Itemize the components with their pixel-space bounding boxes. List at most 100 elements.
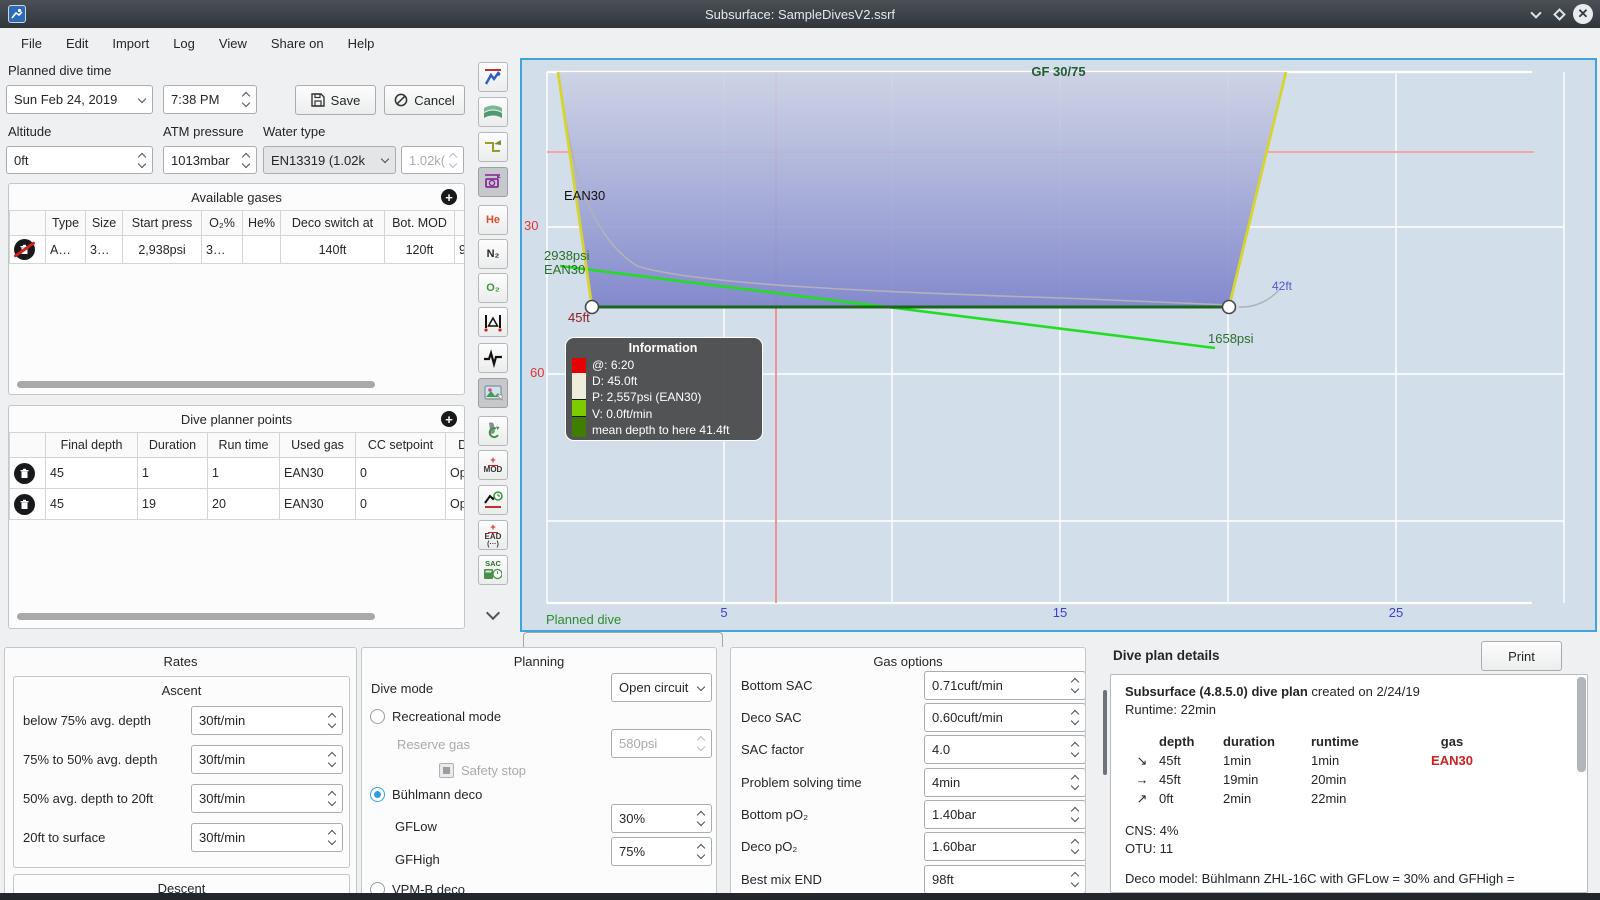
point-final-depth[interactable]: 45 xyxy=(45,488,138,520)
pt-col-run-time[interactable]: Run time xyxy=(207,432,280,458)
pt-col-duration[interactable]: Duration xyxy=(137,432,208,458)
point-run-time[interactable]: 1 xyxy=(207,457,280,489)
bottom-po2-spinner[interactable]: 1.40bar xyxy=(924,800,1085,829)
points-horizontal-scrollbar[interactable] xyxy=(17,613,375,620)
gas-start-press-cell[interactable]: 2,938psi xyxy=(122,235,202,264)
pt-col-final-depth[interactable]: Final depth xyxy=(45,432,138,458)
spinner-arrows[interactable] xyxy=(1067,871,1080,888)
close-icon[interactable]: ✕ xyxy=(1572,4,1594,24)
menu-edit[interactable]: Edit xyxy=(55,32,99,55)
title-bar[interactable]: Subsurface: SampleDivesV2.ssrf ✕ xyxy=(0,0,1600,28)
bottom-sac-spinner[interactable]: 0.71cuft/min xyxy=(924,671,1085,700)
details-vertical-scrollbar[interactable] xyxy=(1577,677,1586,772)
setpoint-graph-icon[interactable] xyxy=(478,167,508,197)
spinner-arrows[interactable] xyxy=(1067,709,1080,726)
buhlmann-deco-radio[interactable] xyxy=(370,787,385,802)
point-used-gas[interactable]: EAN30 xyxy=(279,488,356,520)
diver-clock-icon[interactable] xyxy=(478,485,508,515)
menu-file[interactable]: File xyxy=(10,32,53,55)
tissues-icon[interactable] xyxy=(478,416,508,446)
point-cc-setpoint[interactable]: 0 xyxy=(355,488,446,520)
photos-icon[interactable] xyxy=(478,378,508,408)
gas-switch-graph-icon[interactable] xyxy=(478,132,508,162)
best-mix-end-spinner[interactable]: 98ft xyxy=(924,865,1085,894)
gas-col-o2[interactable]: O₂% xyxy=(201,210,243,236)
spinner-arrows[interactable] xyxy=(1067,774,1080,791)
point-final-depth[interactable]: 45 xyxy=(45,457,138,489)
spinner-arrows[interactable] xyxy=(693,843,706,860)
minimize-icon[interactable] xyxy=(1525,4,1547,24)
print-button[interactable]: Print xyxy=(1481,641,1562,671)
menu-view[interactable]: View xyxy=(208,32,258,55)
gas-col-type[interactable]: Type xyxy=(45,210,86,236)
gas-size-cell[interactable]: 3… xyxy=(85,235,123,264)
gflow-spinner[interactable]: 30% xyxy=(611,804,712,833)
altitude-spinner[interactable]: 0ft xyxy=(6,146,153,174)
diver-ceiling-icon[interactable] xyxy=(478,62,508,92)
gas-col-mnd[interactable]: MN xyxy=(454,210,464,236)
spinner-arrows[interactable] xyxy=(238,91,251,108)
gas-col-deco-switch[interactable]: Deco switch at xyxy=(280,210,385,236)
gas-col-size[interactable]: Size xyxy=(85,210,123,236)
gas-col-he[interactable]: He% xyxy=(242,210,281,236)
spinner-arrows[interactable] xyxy=(1067,677,1080,694)
rate-spinner-2[interactable]: 30ft/min xyxy=(191,745,343,774)
spinner-arrows[interactable] xyxy=(324,712,337,729)
recreational-mode-radio[interactable] xyxy=(370,709,385,724)
calculated-ceiling-icon[interactable] xyxy=(478,97,508,127)
spinner-arrows[interactable] xyxy=(324,829,337,846)
gas-o2-cell[interactable]: 3… xyxy=(201,235,243,264)
atm-pressure-spinner[interactable]: 1013mbar xyxy=(163,146,257,174)
sac-factor-spinner[interactable]: 4.0 xyxy=(924,735,1085,764)
point-run-time[interactable]: 20 xyxy=(207,488,280,520)
problem-solving-time-spinner[interactable]: 4min xyxy=(924,768,1085,797)
pt-col-used-gas[interactable]: Used gas xyxy=(279,432,356,458)
point-dive-mode[interactable]: Open circuit xyxy=(445,457,464,489)
mod-button[interactable]: + MOD xyxy=(478,450,508,480)
menu-help[interactable]: Help xyxy=(337,32,386,55)
splitter-handle[interactable] xyxy=(1103,690,1107,775)
heart-rate-icon[interactable] xyxy=(478,343,508,373)
trash-icon[interactable] xyxy=(14,493,35,515)
spinner-arrows[interactable] xyxy=(324,790,337,807)
gas-col-start-press[interactable]: Start press xyxy=(122,210,202,236)
point-delete-cell[interactable] xyxy=(9,488,46,520)
gas-delete-cell[interactable] xyxy=(9,235,46,264)
pt-col-dive-mode[interactable]: Dive mode xyxy=(445,432,464,458)
menu-log[interactable]: Log xyxy=(162,32,206,55)
spinner-arrows[interactable] xyxy=(324,751,337,768)
spinner-arrows[interactable] xyxy=(238,152,251,168)
ead-button[interactable]: + EAD (···) xyxy=(478,520,508,550)
trash-icon[interactable] xyxy=(14,462,35,484)
gas-col-bot-mod[interactable]: Bot. MOD xyxy=(384,210,455,236)
gas-bot-mod-cell[interactable]: 120ft xyxy=(384,235,455,264)
cancel-button[interactable]: Cancel xyxy=(384,85,465,115)
planned-dive-tab[interactable] xyxy=(523,632,723,647)
sac-button[interactable]: SAC xyxy=(478,555,508,585)
gases-horizontal-scrollbar[interactable] xyxy=(17,381,375,388)
gas-deco-switch-cell[interactable]: 140ft xyxy=(280,235,385,264)
he-graph-button[interactable]: He xyxy=(478,205,508,235)
o2-graph-button[interactable]: O₂ xyxy=(478,273,508,303)
add-gas-button[interactable]: + xyxy=(441,189,457,205)
water-type-select[interactable]: EN13319 (1.02k xyxy=(263,146,396,174)
spinner-arrows[interactable] xyxy=(1067,838,1080,855)
spinner-arrows[interactable] xyxy=(693,810,706,827)
menu-import[interactable]: Import xyxy=(101,32,160,55)
spinner-arrows[interactable] xyxy=(1067,806,1080,823)
n2-graph-button[interactable]: N₂ xyxy=(478,239,508,269)
maximize-icon[interactable] xyxy=(1548,4,1570,24)
dive-plan-text-box[interactable]: Subsurface (4.8.5.0) dive plan created o… xyxy=(1110,674,1588,893)
ruler-icon[interactable] xyxy=(478,307,508,337)
pt-col-cc-setpoint[interactable]: CC setpoint xyxy=(355,432,446,458)
gas-type-cell[interactable]: A… xyxy=(45,235,86,264)
gfhigh-spinner[interactable]: 75% xyxy=(611,837,712,866)
rate-spinner-1[interactable]: 30ft/min xyxy=(191,706,343,735)
dive-profile-chart[interactable]: GF 30/75 EAN30 30 60 2938psi EAN30 45ft … xyxy=(520,58,1597,632)
dive-date-select[interactable]: Sun Feb 24, 2019 xyxy=(6,85,153,114)
spinner-arrows[interactable] xyxy=(1067,741,1080,758)
gas-mnd-cell[interactable]: 98f xyxy=(454,235,464,264)
dive-mode-select[interactable]: Open circuit xyxy=(611,673,712,702)
spinner-arrows[interactable] xyxy=(134,152,147,168)
rate-spinner-3[interactable]: 30ft/min xyxy=(191,784,343,813)
